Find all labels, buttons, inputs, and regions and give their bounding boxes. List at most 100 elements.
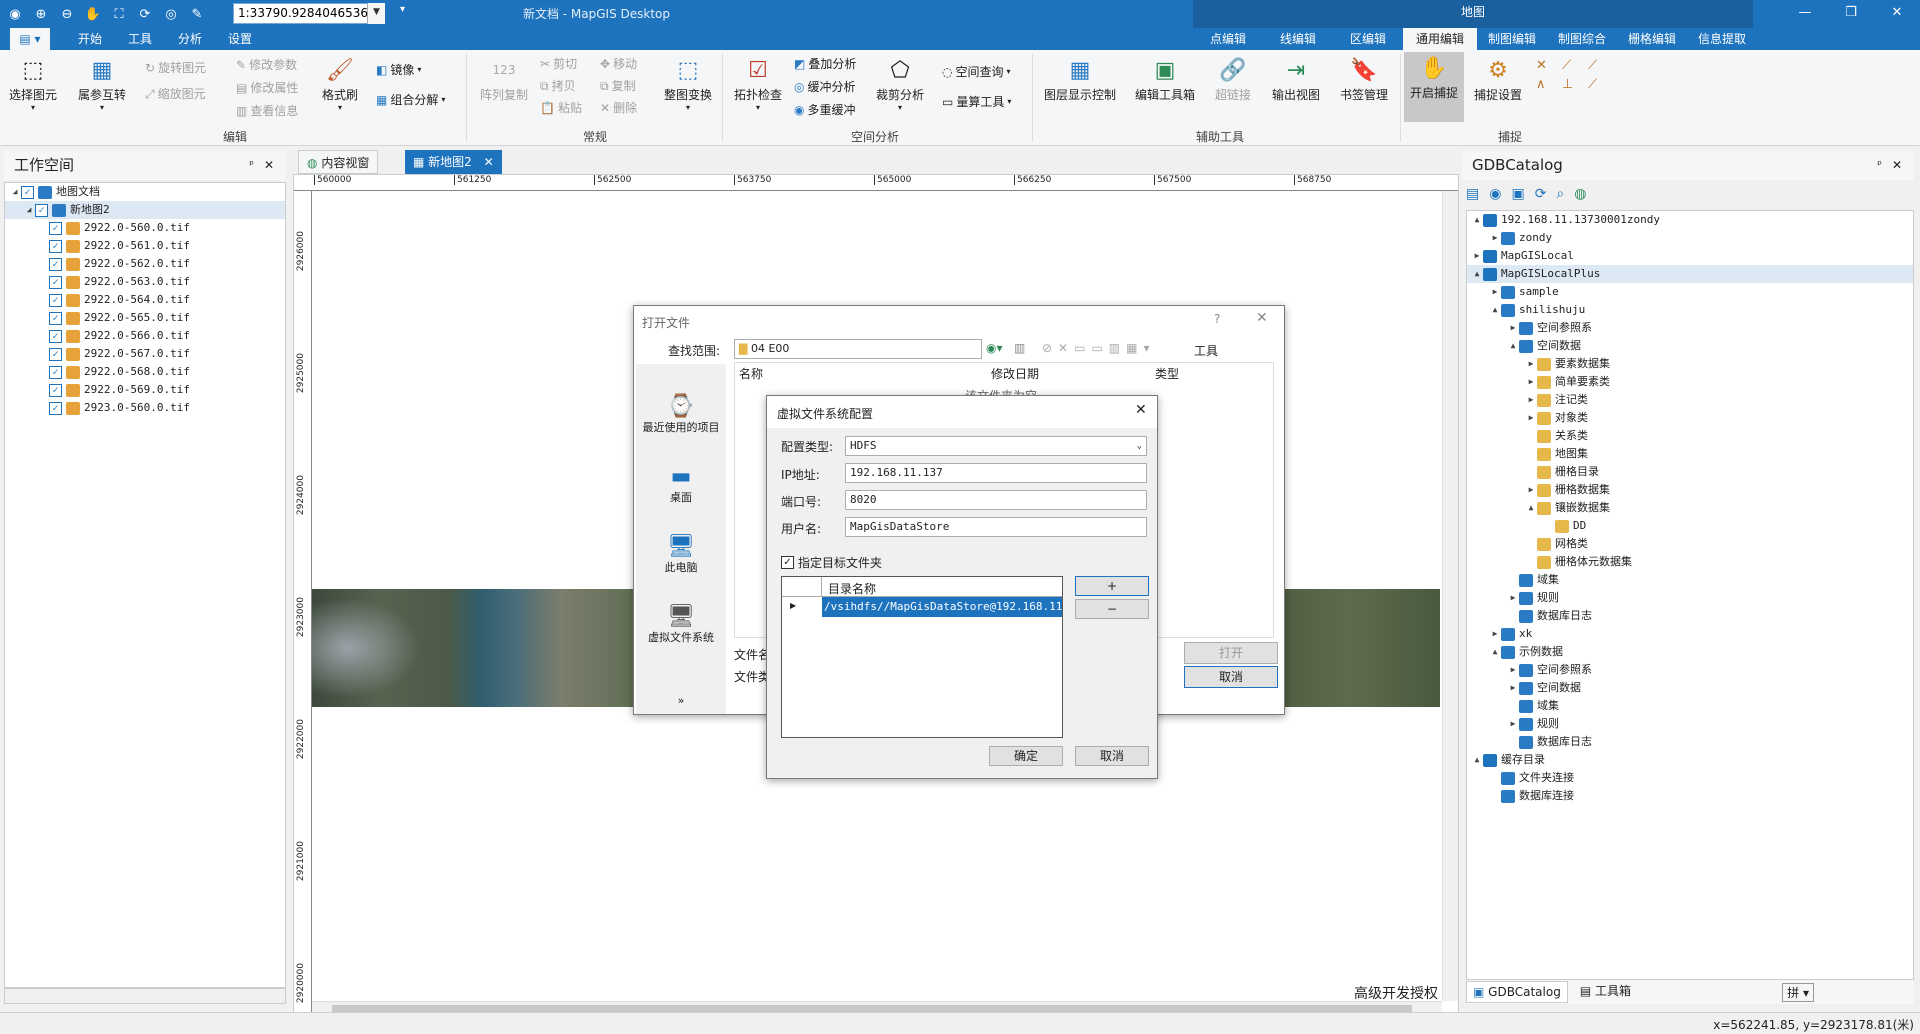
- expand-icon[interactable]: ▶: [1489, 229, 1501, 247]
- gdb-node[interactable]: ▶ 规则: [1467, 715, 1913, 733]
- pin-icon[interactable]: ᵖ: [249, 150, 254, 180]
- close-icon[interactable]: ✕: [1874, 0, 1920, 28]
- gdb-node[interactable]: ▲ shilishuju: [1467, 301, 1913, 319]
- array-copy-button[interactable]: 123 阵列复制: [476, 54, 532, 103]
- help-icon[interactable]: ?: [1214, 312, 1220, 326]
- up-folder-icon[interactable]: ▥: [1014, 341, 1025, 355]
- view-info-button[interactable]: ▥ 查看信息: [236, 101, 298, 121]
- buffer-button[interactable]: ◎ 缓冲分析: [794, 77, 856, 97]
- checkbox-checked-icon[interactable]: ✓: [49, 221, 62, 235]
- delete-button[interactable]: ✕ 删除: [600, 98, 637, 118]
- lookin-select[interactable]: ▇ 04 E00: [734, 339, 982, 359]
- vfs-close-icon[interactable]: ✕: [1135, 402, 1147, 418]
- snap-perp-icon[interactable]: ⊥: [1562, 77, 1584, 92]
- toolbar-icons[interactable]: ⊘✕▭▭▥▦▾: [1042, 341, 1155, 355]
- collapse-icon[interactable]: ◢: [9, 183, 21, 201]
- gdb-connect-icon[interactable]: ◉: [1489, 186, 1501, 202]
- tab-gdbcatalog[interactable]: ▣ GDBCatalog: [1466, 981, 1568, 1003]
- ime-indicator-icon[interactable]: 拼 ▾: [1782, 982, 1814, 1002]
- tab-line-edit[interactable]: 线编辑: [1263, 28, 1333, 50]
- tab-carto-general[interactable]: 制图综合: [1547, 28, 1617, 50]
- previous-view-icon[interactable]: ◎: [160, 3, 182, 25]
- tree-root[interactable]: ◢ ✓ 地图文档: [5, 183, 285, 201]
- gdb-node[interactable]: ▶ 对象类: [1467, 409, 1913, 427]
- expand-icon[interactable]: ▲: [1471, 211, 1483, 229]
- gdb-node[interactable]: 域集: [1467, 571, 1913, 589]
- expand-icon[interactable]: ▶: [1525, 373, 1537, 391]
- gdb-node[interactable]: 数据库连接: [1467, 787, 1913, 805]
- tab-info-extract[interactable]: 信息提取: [1687, 28, 1757, 50]
- tab-toolbox[interactable]: ▤ 工具箱: [1574, 981, 1637, 1003]
- port-input[interactable]: 8020: [845, 490, 1147, 510]
- gdb-search-icon[interactable]: ⌕: [1556, 186, 1564, 202]
- tab-new-map[interactable]: ▦ 新地图2 ✕: [405, 150, 502, 174]
- gdb-node[interactable]: ▶ 空间参照系: [1467, 661, 1913, 679]
- type-select[interactable]: HDFS ⌄: [845, 436, 1147, 456]
- qat-customize-icon[interactable]: ▾: [400, 4, 405, 15]
- place-recent[interactable]: ⌚ 最近使用的项目: [636, 394, 726, 435]
- expand-icon[interactable]: ▲: [1471, 265, 1483, 283]
- vfs-ok-button[interactable]: 确定: [989, 746, 1063, 766]
- tab-content-view[interactable]: ◍ 内容视窗: [298, 150, 379, 174]
- gdb-node[interactable]: DD: [1467, 517, 1913, 535]
- measure-tool-button[interactable]: ▭ 量算工具 ▾: [942, 92, 1011, 112]
- checkbox-checked-icon[interactable]: ✓: [49, 365, 62, 379]
- app-logo-icon[interactable]: ◉: [4, 3, 26, 25]
- tab-carto-edit[interactable]: 制图编辑: [1477, 28, 1547, 50]
- gdb-node[interactable]: ▲ 空间数据: [1467, 337, 1913, 355]
- place-vfs[interactable]: 🖥 虚拟文件系统: [636, 604, 726, 645]
- gdb-node[interactable]: ▲ MapGISLocalPlus: [1467, 265, 1913, 283]
- gdb-node[interactable]: ▶ zondy: [1467, 229, 1913, 247]
- gdb-node[interactable]: ▶ MapGISLocal: [1467, 247, 1913, 265]
- expand-icon[interactable]: ▶: [1525, 481, 1537, 499]
- layer-item[interactable]: ✓ 2922.0-560.0.tif: [5, 219, 285, 237]
- layer-item[interactable]: ✓ 2922.0-567.0.tif: [5, 345, 285, 363]
- checkbox-checked-icon[interactable]: ✓: [49, 293, 62, 307]
- layer-item[interactable]: ✓ 2922.0-568.0.tif: [5, 363, 285, 381]
- expand-icon[interactable]: ▶: [1507, 589, 1519, 607]
- gdb-pin-icon[interactable]: ᵖ: [1877, 150, 1882, 180]
- layer-item[interactable]: ✓ 2922.0-569.0.tif: [5, 381, 285, 399]
- overlay-button[interactable]: ◩ 叠加分析: [794, 54, 856, 74]
- col-date[interactable]: 修改日期: [991, 365, 1039, 382]
- collapse-icon[interactable]: ◢: [23, 201, 35, 219]
- gdb-refresh-icon[interactable]: ⟳: [1535, 186, 1547, 202]
- expand-icon[interactable]: ▶: [1507, 679, 1519, 697]
- gdb-node[interactable]: ▶ xk: [1467, 625, 1913, 643]
- edit-toolbox-button[interactable]: ▣ 编辑工具箱: [1130, 54, 1200, 103]
- transform-button[interactable]: ⬚ 整图变换 ▾: [660, 54, 716, 113]
- zoom-in-icon[interactable]: ⊕: [30, 3, 52, 25]
- tab-region-edit[interactable]: 区编辑: [1333, 28, 1403, 50]
- checkbox-checked-icon[interactable]: ✓: [49, 275, 62, 289]
- checkbox-checked-icon[interactable]: ✓: [49, 257, 62, 271]
- tab-close-icon[interactable]: ✕: [484, 155, 494, 169]
- expand-icon[interactable]: ▶: [1507, 715, 1519, 733]
- tab-settings[interactable]: 设置: [220, 28, 260, 50]
- gdb-node[interactable]: ▶ 空间参照系: [1467, 319, 1913, 337]
- tab-analysis[interactable]: 分析: [170, 28, 210, 50]
- layer-item[interactable]: ✓ 2922.0-564.0.tif: [5, 291, 285, 309]
- copy-paste-button[interactable]: ⧉ 拷贝: [540, 76, 576, 96]
- checkbox-checked-icon[interactable]: ✓: [49, 311, 62, 325]
- gdb-node[interactable]: ▲ 192.168.11.13730001zondy: [1467, 211, 1913, 229]
- tab-raster-edit[interactable]: 栅格编辑: [1617, 28, 1687, 50]
- tab-point-edit[interactable]: 点编辑: [1193, 28, 1263, 50]
- hyperlink-button[interactable]: 🔗 超链接: [1208, 54, 1258, 103]
- expand-icon[interactable]: ▲: [1507, 337, 1519, 355]
- gdb-node[interactable]: ▶ sample: [1467, 283, 1913, 301]
- vfs-cancel-button[interactable]: 取消: [1075, 746, 1149, 766]
- checkbox-checked-icon[interactable]: ✓: [21, 185, 34, 199]
- combine-button[interactable]: ▦ 组合分解 ▾: [376, 90, 445, 110]
- gdb-node[interactable]: ▶ 要素数据集: [1467, 355, 1913, 373]
- mirror-button[interactable]: ◧ 镜像 ▾: [376, 60, 421, 80]
- gdb-node[interactable]: 网格类: [1467, 535, 1913, 553]
- expand-icon[interactable]: ▶: [1507, 661, 1519, 679]
- snap-mid-icon[interactable]: ⟋: [1588, 77, 1610, 92]
- full-extent-icon[interactable]: ⛶: [108, 3, 130, 25]
- topo-check-button[interactable]: ☑ 拓扑检查 ▾: [730, 54, 786, 113]
- open-dialog-close-icon[interactable]: ✕: [1256, 310, 1268, 326]
- expand-icon[interactable]: ▶: [1525, 355, 1537, 373]
- tree-map[interactable]: ◢ ✓ 新地图2: [5, 201, 285, 219]
- scale-input[interactable]: 1:33790.9284046536: [233, 3, 385, 24]
- checkbox-checked-icon[interactable]: ✓: [49, 401, 62, 415]
